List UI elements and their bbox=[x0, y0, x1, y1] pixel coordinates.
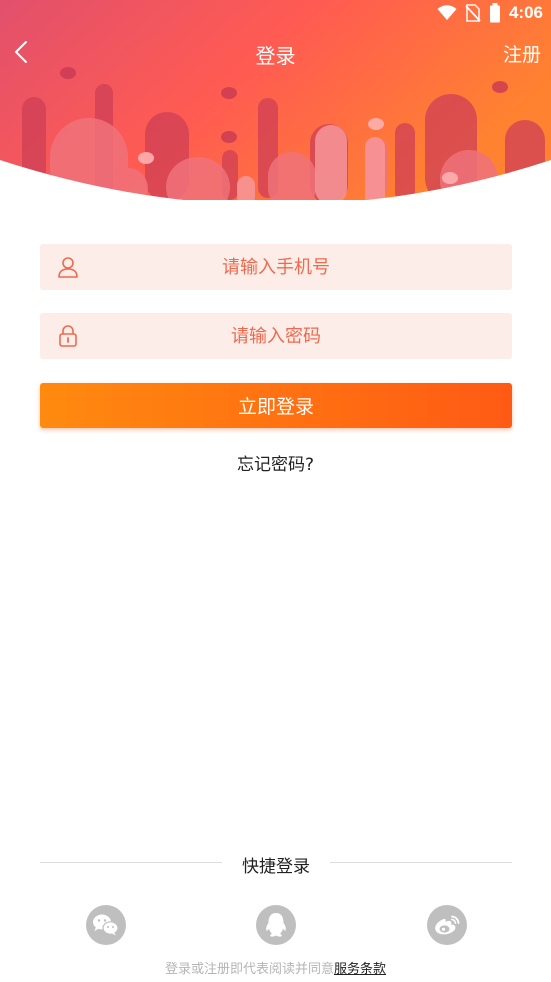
register-button[interactable]: 注册 bbox=[503, 40, 541, 67]
weibo-login-button[interactable] bbox=[427, 905, 467, 945]
password-input[interactable] bbox=[88, 313, 464, 359]
login-button[interactable]: 立即登录 bbox=[40, 383, 512, 428]
no-sim-icon bbox=[465, 4, 481, 22]
qq-icon bbox=[266, 913, 286, 937]
phone-input[interactable] bbox=[88, 244, 464, 290]
user-icon bbox=[58, 257, 78, 278]
lock-icon bbox=[59, 325, 77, 347]
terms-of-service-link[interactable]: 服务条款 bbox=[334, 962, 386, 977]
status-bar: 4:06 bbox=[0, 0, 551, 28]
agreement-prefix: 登录或注册即代表阅读并同意 bbox=[164, 962, 334, 977]
nav-bar: 登录 注册 bbox=[0, 28, 551, 76]
forgot-password-row: 忘记密码? bbox=[0, 450, 551, 475]
phone-field[interactable] bbox=[40, 244, 512, 290]
chevron-left-icon bbox=[15, 41, 27, 63]
agreement-text: 登录或注册即代表阅读并同意服务条款 bbox=[0, 958, 551, 977]
quick-login-title: 快捷登录 bbox=[242, 857, 310, 877]
forgot-password-link[interactable]: 忘记密码? bbox=[237, 455, 314, 475]
password-field[interactable] bbox=[40, 313, 512, 359]
wifi-icon bbox=[437, 5, 457, 20]
quick-login-header: 快捷登录 bbox=[40, 850, 512, 877]
wechat-login-button[interactable] bbox=[86, 905, 126, 945]
back-button[interactable] bbox=[6, 36, 38, 68]
qq-login-button[interactable] bbox=[256, 905, 296, 945]
status-time: 4:06 bbox=[508, 3, 543, 22]
weibo-icon bbox=[435, 915, 460, 935]
header-banner: 4:06 登录 注册 bbox=[0, 0, 551, 200]
divider-right bbox=[330, 862, 512, 863]
wechat-icon bbox=[93, 914, 119, 936]
page-title: 登录 bbox=[255, 44, 296, 68]
battery-icon bbox=[489, 3, 500, 23]
